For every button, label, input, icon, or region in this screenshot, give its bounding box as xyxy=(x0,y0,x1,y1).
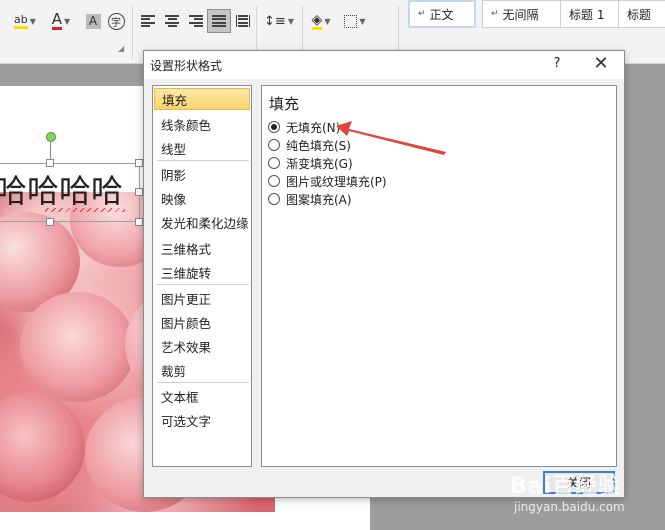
dialog-launcher-icon[interactable]: ◢ xyxy=(118,44,124,53)
style-no-spacing[interactable]: ↵ 无间隔 xyxy=(482,0,562,28)
radio-pattern-fill[interactable]: 图案填充(A) xyxy=(268,190,352,208)
align-center-button[interactable] xyxy=(163,9,181,33)
style-label: 标题 xyxy=(627,7,652,22)
format-shape-dialog[interactable]: 设置形状格式 ? ✕ 填充 线条颜色 线型 阴影 映像 发光和柔化边缘 三维格式… xyxy=(143,50,625,498)
category-shadow[interactable]: 阴影 xyxy=(154,163,250,185)
category-line-style[interactable]: 线型 xyxy=(154,137,250,159)
paragraph-mark-icon: ↵ xyxy=(491,9,499,19)
resize-handle-bottom[interactable] xyxy=(46,218,54,226)
style-heading-1[interactable]: 标题 1 xyxy=(560,0,620,28)
radio-label: 渐变填充(G) xyxy=(286,156,353,171)
resize-handle-top-right[interactable] xyxy=(135,159,143,167)
radio-gradient-fill[interactable]: 渐变填充(G) xyxy=(268,154,353,172)
chevron-down-icon: ▼ xyxy=(359,16,366,26)
style-title[interactable]: 标题 xyxy=(618,0,665,28)
category-divider xyxy=(157,160,249,161)
spelling-underline xyxy=(45,208,125,212)
watermark-url: jingyan.baidu.com xyxy=(514,500,625,514)
align-right-button[interactable] xyxy=(187,9,205,33)
category-fill[interactable]: 填充 xyxy=(154,88,250,110)
panel-heading: 填充 xyxy=(269,95,300,113)
radio-picture-fill[interactable]: 图片或纹理填充(P) xyxy=(268,172,387,190)
watermark-logo: Bai百经验 xyxy=(510,474,622,499)
text-box[interactable]: 哈哈哈哈 xyxy=(0,163,140,222)
resize-handle-bottom-right[interactable] xyxy=(135,218,143,226)
category-glow[interactable]: 发光和柔化边缘 xyxy=(154,211,250,233)
align-left-button[interactable] xyxy=(139,9,157,33)
category-divider xyxy=(157,382,249,383)
enclosed-char-button[interactable]: 字 xyxy=(106,9,126,33)
resize-handle-right[interactable] xyxy=(135,188,143,196)
chevron-down-icon: ▼ xyxy=(324,16,331,26)
font-color-button[interactable]: A ▼ xyxy=(46,9,76,33)
category-alt-text[interactable]: 可选文字 xyxy=(154,409,250,431)
paragraph-mark-icon: ↵ xyxy=(418,9,426,19)
rotation-handle[interactable] xyxy=(46,132,56,142)
style-label: 正文 xyxy=(429,7,454,22)
style-normal[interactable]: ↵ 正文 xyxy=(408,0,476,28)
line-spacing-icon: ↕≡ xyxy=(264,13,286,29)
shading-button[interactable]: ◈ ▼ xyxy=(306,9,336,33)
enclosed-char-icon: 字 xyxy=(107,12,125,30)
line-spacing-button[interactable]: ↕≡ ▼ xyxy=(262,9,296,33)
dialog-title: 设置形状格式 xyxy=(150,58,223,73)
radio-label: 无填充(N) xyxy=(286,120,341,135)
radio-button[interactable] xyxy=(268,175,280,187)
char-shading-button[interactable]: A xyxy=(84,9,102,33)
chevron-down-icon: ▼ xyxy=(287,16,294,26)
radio-label: 图案填充(A) xyxy=(286,192,352,207)
style-label: 无间隔 xyxy=(502,7,539,22)
category-divider xyxy=(157,284,249,285)
justify-button[interactable] xyxy=(207,9,231,33)
chevron-down-icon: ▼ xyxy=(29,16,36,26)
borders-button[interactable]: ▼ xyxy=(340,9,370,33)
text-highlight-button[interactable]: ab ▼ xyxy=(10,9,40,33)
borders-icon xyxy=(344,14,358,28)
category-3d-rotation[interactable]: 三维旋转 xyxy=(154,261,250,283)
distributed-icon xyxy=(236,15,250,27)
align-left-icon xyxy=(141,15,155,27)
category-picture-color[interactable]: 图片颜色 xyxy=(154,311,250,333)
highlight-icon: ab xyxy=(14,13,28,29)
radio-no-fill[interactable]: 无填充(N) xyxy=(268,118,340,136)
category-text-box[interactable]: 文本框 xyxy=(154,385,250,407)
char-shading-icon: A xyxy=(85,13,101,29)
resize-handle-top[interactable] xyxy=(46,159,54,167)
font-color-icon: A xyxy=(51,10,63,30)
radio-button[interactable] xyxy=(268,139,280,151)
category-line-color[interactable]: 线条颜色 xyxy=(154,113,250,135)
style-label: 标题 1 xyxy=(569,7,605,22)
fill-panel: 填充 无填充(N) 纯色填充(S) 渐变填充(G) 图片或纹理填充(P) 图案填… xyxy=(261,85,617,467)
paint-bucket-icon: ◈ xyxy=(311,11,323,30)
radio-label: 图片或纹理填充(P) xyxy=(286,174,387,189)
help-icon[interactable]: ? xyxy=(550,56,564,71)
justify-icon xyxy=(212,15,226,27)
radio-button[interactable] xyxy=(268,157,280,169)
ribbon-separator xyxy=(132,6,133,60)
align-right-icon xyxy=(189,15,203,27)
category-artistic-effects[interactable]: 艺术效果 xyxy=(154,335,250,357)
radio-button[interactable] xyxy=(268,121,280,133)
category-picture-corrections[interactable]: 图片更正 xyxy=(154,287,250,309)
category-list: 填充 线条颜色 线型 阴影 映像 发光和柔化边缘 三维格式 三维旋转 图片更正 … xyxy=(152,85,252,467)
category-3d-format[interactable]: 三维格式 xyxy=(154,237,250,259)
radio-button[interactable] xyxy=(268,193,280,205)
category-reflection[interactable]: 映像 xyxy=(154,187,250,209)
category-crop[interactable]: 裁剪 xyxy=(154,359,250,381)
chevron-down-icon: ▼ xyxy=(64,16,71,26)
radio-solid-fill[interactable]: 纯色填充(S) xyxy=(268,136,351,154)
distributed-button[interactable] xyxy=(234,9,252,33)
radio-label: 纯色填充(S) xyxy=(286,138,351,153)
close-icon[interactable]: ✕ xyxy=(590,53,612,74)
align-center-icon xyxy=(165,15,179,27)
